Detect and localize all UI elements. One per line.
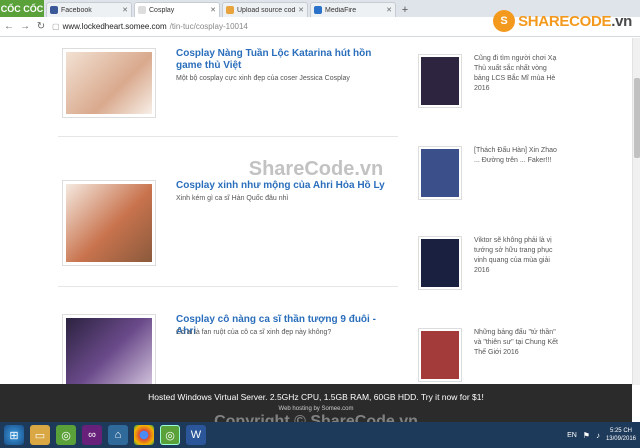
- tab-label: Upload source code: [237, 6, 296, 14]
- page-icon: [138, 6, 146, 14]
- new-tab-button[interactable]: +: [398, 2, 412, 17]
- url-field[interactable]: ▢ www.lockedheart.somee.com/tin-tuc/cosp…: [52, 22, 248, 31]
- sidebar-item-text[interactable]: [Thách Đấu Hàn] Xin Zhao ... Đường trên …: [474, 146, 564, 166]
- network-icon[interactable]: ⌂: [108, 425, 128, 445]
- sidebar-thumbnail[interactable]: [418, 236, 462, 290]
- article-desc: Xinh kém gì ca sĩ Hàn Quốc đâu nhỉ: [176, 195, 289, 202]
- ad-text[interactable]: Hosted Windows Virtual Server. 2.5GHz CP…: [0, 384, 632, 402]
- sidebar-item-text[interactable]: Viktor sẽ không phải là vị tướng sở hữu …: [474, 236, 564, 276]
- divider: [58, 136, 398, 137]
- article-thumbnail[interactable]: [62, 180, 156, 266]
- tab-label: Cosplay: [149, 6, 175, 14]
- upload-icon: [226, 6, 234, 14]
- brand-suffix: .vn: [611, 12, 632, 30]
- tab-label: Facebook: [61, 6, 92, 14]
- url-host: www.lockedheart.somee.com: [62, 22, 167, 31]
- page-content: Cosplay Nàng Tuần Lộc Katarina hút hồn g…: [0, 38, 632, 385]
- scrollbar[interactable]: [632, 38, 640, 385]
- volume-icon[interactable]: ♪: [596, 431, 600, 440]
- tab-mediafire[interactable]: MediaFire ✕: [310, 2, 396, 17]
- clock-time: 5:25 CH: [609, 428, 632, 434]
- sidebar-thumbnail[interactable]: [418, 146, 462, 200]
- visual-studio-icon[interactable]: ∞: [82, 425, 102, 445]
- windows-taskbar: ⊞ ▭ ◎ ∞ ⌂ ◎ W: [0, 422, 640, 448]
- reload-icon[interactable]: ↻: [36, 21, 46, 32]
- article-desc: Có ai là fan ruột của cô ca sĩ xinh đẹp …: [176, 329, 332, 336]
- clock[interactable]: 5:25 CH 13/09/2016: [606, 427, 636, 443]
- sidebar-thumbnail[interactable]: [418, 54, 462, 108]
- close-icon[interactable]: ✕: [210, 6, 216, 14]
- divider: [58, 286, 398, 287]
- back-icon[interactable]: ←: [4, 21, 14, 32]
- sidebar-item-text[interactable]: Cũng đi tìm người chơi Xạ Thủ xuất sắc n…: [474, 54, 564, 94]
- brand-name: SHARECODE: [518, 12, 612, 30]
- close-icon[interactable]: ✕: [298, 6, 304, 14]
- coccoc-icon[interactable]: ◎: [160, 425, 180, 445]
- article-title[interactable]: Cosplay xinh như mộng của Ahri Hỏa Hồ Ly: [176, 180, 396, 192]
- sharecode-logo-mark: S: [493, 10, 516, 32]
- close-icon[interactable]: ✕: [386, 6, 392, 14]
- mediafire-icon: [314, 6, 322, 14]
- facebook-icon: [50, 6, 58, 14]
- forward-icon[interactable]: →: [20, 21, 30, 32]
- url-path: /tin-tuc/cosplay-10014: [169, 22, 248, 31]
- article-thumbnail[interactable]: [62, 48, 156, 118]
- ad-subtext[interactable]: Web hosting by Somee.com: [0, 406, 632, 412]
- tab-upload-source-code[interactable]: Upload source code ✕: [222, 2, 308, 17]
- tab-label: MediaFire: [325, 6, 357, 14]
- article-thumbnail[interactable]: [62, 314, 156, 385]
- coccoc-icon[interactable]: ◎: [56, 425, 76, 445]
- coccoc-logo[interactable]: CỐC CỐC: [0, 0, 44, 17]
- tab-facebook[interactable]: Facebook ✕: [46, 2, 132, 17]
- scrollbar-thumb[interactable]: [634, 78, 640, 158]
- chrome-icon[interactable]: [134, 425, 154, 445]
- sidebar-item-text[interactable]: Những bảng đấu "tử thần" và "thiên sư" t…: [474, 328, 564, 358]
- page-icon: ▢: [52, 22, 60, 31]
- word-icon[interactable]: W: [186, 425, 206, 445]
- sidebar-thumbnail[interactable]: [418, 328, 462, 382]
- flag-icon[interactable]: ⚑: [583, 431, 590, 440]
- clock-date: 13/09/2016: [605, 436, 636, 442]
- close-icon[interactable]: ✕: [122, 6, 128, 14]
- tab-cosplay[interactable]: Cosplay ✕: [134, 2, 220, 17]
- language-indicator[interactable]: EN: [567, 432, 577, 439]
- start-icon[interactable]: ⊞: [4, 425, 24, 445]
- article-title[interactable]: Cosplay Nàng Tuần Lộc Katarina hút hồn g…: [176, 48, 396, 72]
- explorer-icon[interactable]: ▭: [30, 425, 50, 445]
- system-tray: EN ⚑ ♪ 5:25 CH 13/09/2016: [567, 422, 636, 448]
- sharecode-logo: S SHARECODE.vn: [493, 10, 632, 32]
- article-desc: Một bộ cosplay cực xinh đẹp của coser Je…: [176, 75, 350, 82]
